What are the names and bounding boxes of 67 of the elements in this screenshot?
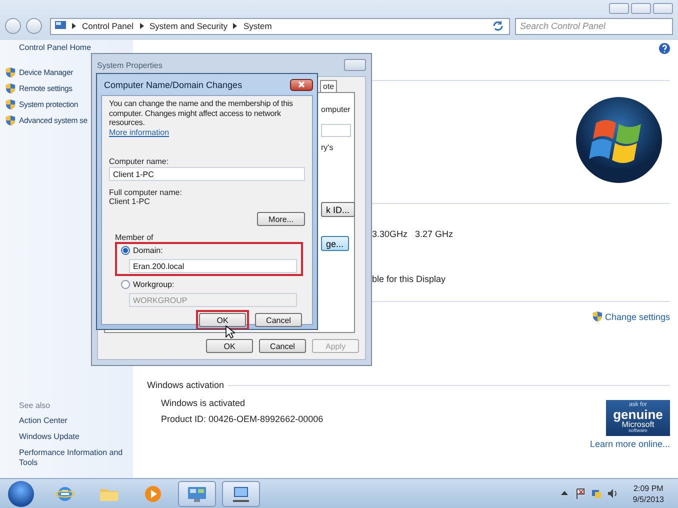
more-button[interactable]: More...	[257, 212, 305, 226]
computer-name-field[interactable]: Client 1-PC	[109, 167, 305, 181]
globe-e-icon	[55, 484, 75, 502]
restore-button[interactable]	[631, 3, 651, 14]
control-panel-icon	[187, 484, 207, 502]
see-also-heading: See also	[19, 401, 52, 410]
display-text: ble for this Display	[372, 274, 446, 284]
section-heading: Windows activation	[147, 380, 224, 390]
breadcrumb-item[interactable]: System and Security	[150, 21, 228, 31]
dialog-button[interactable]: Cancel	[255, 313, 302, 327]
address-bar[interactable]: Control Panel System and Security System	[50, 18, 510, 34]
monitor-icon	[231, 484, 251, 502]
radio-button[interactable]: Workgroup:	[121, 279, 174, 290]
see-also-link[interactable]: Windows Update	[19, 432, 127, 442]
dialog-button[interactable]: OK	[206, 339, 253, 353]
change-settings-link[interactable]: Change settings	[592, 311, 670, 322]
minimize-button[interactable]	[609, 3, 629, 14]
full-name-value: Client 1-PC	[109, 197, 150, 206]
processor-text: 3.30GHz 3.27 GHz	[372, 229, 454, 239]
chevron-icon	[233, 23, 238, 29]
description-text: ry's	[321, 143, 334, 152]
learn-more-link[interactable]: Learn more online...	[590, 439, 670, 449]
product-id: Product ID: 00426-OEM-8992662-00006	[161, 414, 324, 424]
more-information-link[interactable]: More information	[109, 128, 170, 137]
shield-icon	[5, 83, 16, 94]
chevron-icon	[72, 23, 76, 29]
group-label: Member of	[115, 233, 154, 242]
member-field[interactable]: Eran.200.local	[129, 259, 297, 273]
see-also-link[interactable]: Performance Information and Tools	[19, 448, 127, 468]
input-field[interactable]	[321, 124, 351, 137]
see-also-link[interactable]: Action Center	[19, 416, 127, 426]
back-button[interactable]	[5, 18, 21, 34]
start-button[interactable]	[8, 480, 34, 506]
close-button[interactable]	[290, 78, 313, 90]
dialog-title: System Properties	[97, 60, 162, 70]
radio-button[interactable]: Domain:	[121, 245, 163, 256]
sidebar-link[interactable]: Control Panel Home	[19, 43, 92, 53]
dialog-button[interactable]: OK	[199, 313, 246, 327]
field-label: Computer name:	[109, 157, 169, 166]
breadcrumb-item[interactable]: System	[243, 21, 272, 31]
shield-icon	[5, 67, 16, 78]
search-field[interactable]: Search Control Panel	[515, 18, 673, 34]
shield-icon	[592, 311, 603, 322]
shield-icon	[5, 115, 16, 126]
change-button[interactable]: ge...	[321, 236, 349, 251]
tab[interactable]: ote	[320, 80, 338, 92]
description-text: omputer	[321, 105, 352, 114]
forward-button[interactable]	[26, 18, 42, 34]
shield-icon	[5, 99, 16, 110]
refresh-icon[interactable]	[491, 19, 505, 33]
intro-text: You can change the name and the membership of this computer. Changes might affect access to network resources.	[109, 99, 294, 128]
dialog-title: Computer Name/Domain Changes	[104, 80, 242, 90]
close-icon	[298, 81, 305, 88]
taskbar-button[interactable]	[178, 480, 216, 506]
control-panel-icon	[55, 21, 66, 31]
play-icon	[143, 484, 163, 502]
network-id-button[interactable]: k ID...	[321, 202, 355, 217]
dialog-button[interactable]: Cancel	[259, 339, 306, 353]
clock[interactable]: 2:09 PM 9/5/2013	[622, 482, 674, 504]
taskbar-button[interactable]	[222, 480, 260, 506]
help-icon[interactable]	[659, 43, 670, 54]
breadcrumb-item[interactable]: Control Panel	[82, 21, 134, 31]
speaker-icon[interactable]	[606, 488, 618, 499]
chevron-icon	[140, 23, 144, 29]
flag-warning-icon[interactable]	[574, 488, 586, 499]
activation-status: Windows is activated	[161, 398, 246, 408]
field-label: Full computer name:	[109, 188, 182, 197]
